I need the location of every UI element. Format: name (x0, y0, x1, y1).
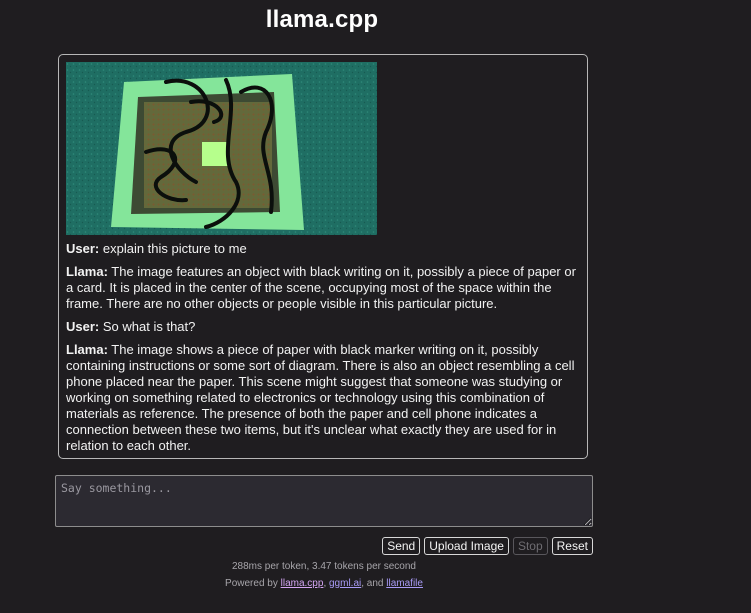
page-title: llama.cpp (265, 6, 379, 33)
chat-log[interactable]: User: explain this picture to me Llama: … (58, 54, 588, 459)
message-input[interactable] (55, 475, 593, 527)
separator: , (323, 578, 327, 589)
ggml-link[interactable]: ggml.ai (329, 578, 361, 589)
message-speaker: User: (66, 241, 100, 256)
stop-button[interactable]: Stop (512, 537, 548, 555)
send-button[interactable]: Send (382, 537, 421, 555)
token-stats: 288ms per token, 3.47 tokens per second (231, 561, 416, 572)
message-speaker: Llama: (66, 264, 108, 279)
upload-image-button[interactable]: Upload Image (424, 537, 509, 555)
uploaded-image (66, 62, 377, 235)
powered-by: Powered by llama.cpp, ggml.ai, and llama… (0, 578, 648, 589)
message-text: The image features an object with black … (66, 264, 576, 311)
action-buttons: Send Upload Image Stop Reset (382, 537, 593, 555)
reset-button[interactable]: Reset (551, 537, 593, 555)
chat-message: User: explain this picture to me (66, 241, 579, 257)
chat-message: Llama: The image features an object with… (66, 264, 579, 312)
powered-by-label: Powered by (225, 578, 278, 589)
message-text: The image shows a piece of paper with bl… (66, 342, 575, 453)
separator: , and (361, 578, 384, 589)
message-text: So what is that? (102, 319, 196, 334)
message-speaker: User: (66, 319, 100, 334)
llama-cpp-link[interactable]: llama.cpp (281, 578, 324, 589)
llamafile-link[interactable]: llamafile (386, 578, 423, 589)
message-text: explain this picture to me (102, 241, 247, 256)
message-speaker: Llama: (66, 342, 108, 357)
chat-message: Llama: The image shows a piece of paper … (66, 342, 579, 454)
chat-message: User: So what is that? (66, 319, 579, 335)
